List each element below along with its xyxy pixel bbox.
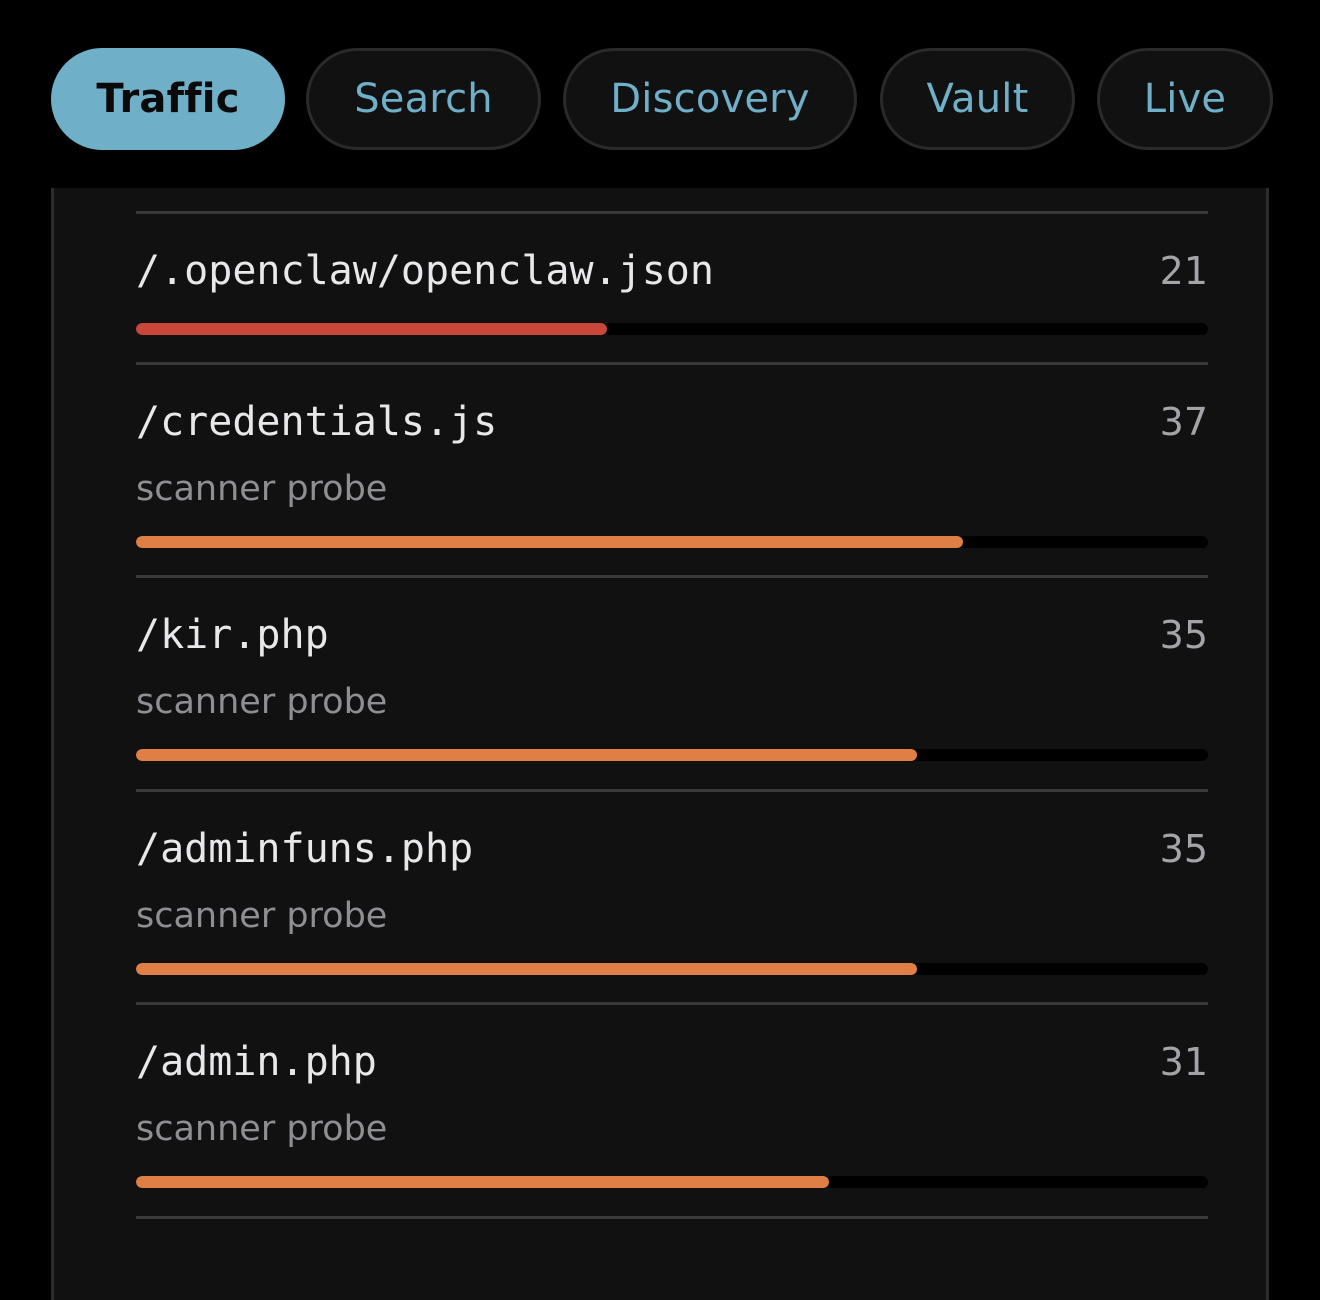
hit-count: 31 bbox=[1159, 1040, 1208, 1084]
tab-discovery[interactable]: Discovery bbox=[563, 48, 857, 150]
row-divider bbox=[136, 1002, 1208, 1005]
hit-bar-track bbox=[136, 1176, 1208, 1188]
hit-count: 21 bbox=[1159, 249, 1208, 293]
tab-vault[interactable]: Vault bbox=[880, 48, 1075, 150]
hit-bar-track bbox=[136, 749, 1208, 761]
path-row[interactable]: /.openclaw/openclaw.json 21 bbox=[136, 247, 1208, 337]
row-divider bbox=[136, 211, 1208, 214]
row-divider bbox=[136, 789, 1208, 792]
path-category-label: scanner probe bbox=[136, 469, 388, 509]
hit-bar-track bbox=[136, 536, 1208, 548]
traffic-paths-card: /.openclaw/openclaw.json 21 /credentials… bbox=[51, 150, 1269, 1300]
tab-traffic[interactable]: Traffic bbox=[51, 48, 285, 150]
path-row[interactable]: /admin.php 31 scanner probe bbox=[136, 1038, 1208, 1198]
path-text: /credentials.js bbox=[136, 399, 498, 445]
path-category-label: scanner probe bbox=[136, 1109, 388, 1149]
hit-bar-track bbox=[136, 323, 1208, 335]
path-text: /admin.php bbox=[136, 1039, 377, 1085]
path-row[interactable]: /kir.php 35 scanner probe bbox=[136, 611, 1208, 771]
hit-bar-fill bbox=[136, 963, 918, 975]
hit-bar-fill bbox=[136, 323, 607, 335]
hit-bar-track bbox=[136, 963, 1208, 975]
hit-count: 35 bbox=[1159, 613, 1208, 657]
path-row[interactable]: /adminfuns.php 35 scanner probe bbox=[136, 825, 1208, 985]
tab-search[interactable]: Search bbox=[306, 48, 541, 150]
row-divider bbox=[136, 1216, 1208, 1219]
path-text: /.openclaw/openclaw.json bbox=[136, 248, 714, 294]
path-category-label: scanner probe bbox=[136, 682, 388, 722]
path-category-label: scanner probe bbox=[136, 896, 388, 936]
row-divider bbox=[136, 362, 1208, 365]
hit-bar-fill bbox=[136, 536, 963, 548]
hit-bar-fill bbox=[136, 1176, 829, 1188]
hit-bar-fill bbox=[136, 749, 918, 761]
tab-live[interactable]: Live bbox=[1097, 48, 1273, 150]
tab-bar: Traffic Search Discovery Vault Live bbox=[0, 0, 1320, 188]
path-text: /adminfuns.php bbox=[136, 826, 474, 872]
path-text: /kir.php bbox=[136, 612, 329, 658]
hit-count: 37 bbox=[1159, 400, 1208, 444]
row-divider bbox=[136, 575, 1208, 578]
path-row[interactable]: /credentials.js 37 scanner probe bbox=[136, 398, 1208, 558]
hit-count: 35 bbox=[1159, 827, 1208, 871]
